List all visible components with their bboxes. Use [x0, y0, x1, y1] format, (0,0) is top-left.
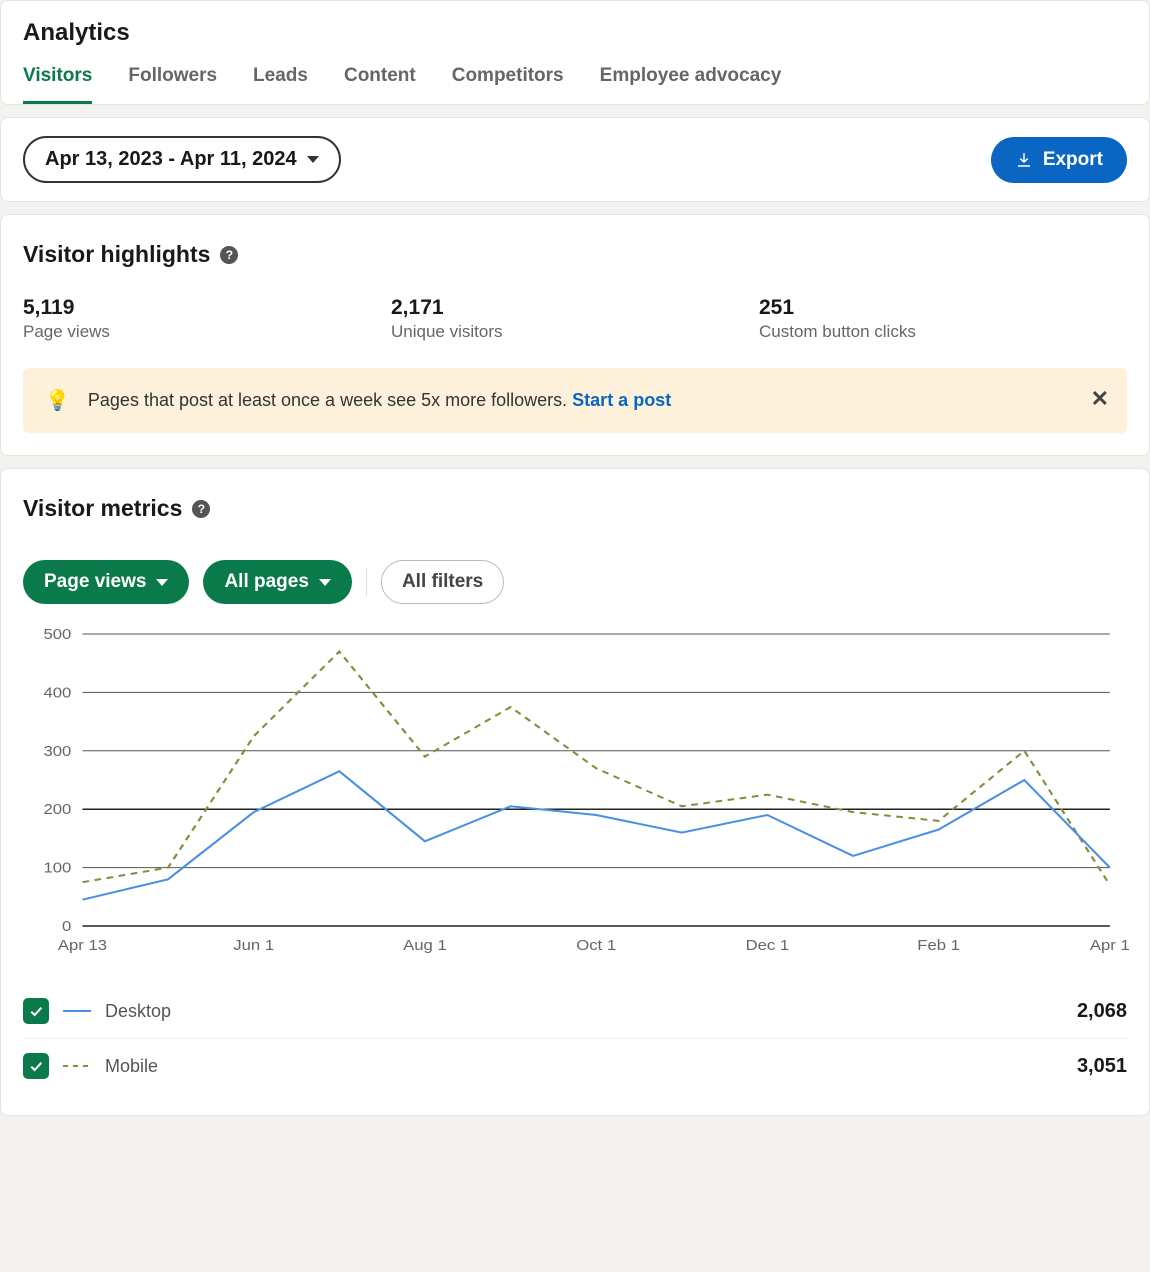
help-icon[interactable]: ? [192, 500, 210, 518]
highlight-custom-clicks: 251 Custom button clicks [759, 296, 1127, 342]
highlight-unique-visitors: 2,171 Unique visitors [391, 296, 759, 342]
legend-label: Desktop [105, 1001, 1063, 1022]
svg-text:200: 200 [43, 802, 71, 818]
export-button[interactable]: Export [991, 137, 1127, 183]
highlight-label: Custom button clicks [759, 322, 1127, 342]
checkbox-mobile[interactable] [23, 1053, 49, 1079]
highlight-label: Unique visitors [391, 322, 759, 342]
all-filters-button[interactable]: All filters [381, 560, 504, 604]
highlight-page-views: 5,119 Page views [23, 296, 391, 342]
tab-visitors[interactable]: Visitors [23, 65, 92, 104]
page-title: Analytics [23, 19, 1127, 47]
chevron-down-icon [307, 156, 319, 163]
svg-text:100: 100 [43, 860, 71, 876]
highlights-title-row: Visitor highlights ? [23, 241, 238, 268]
checkbox-desktop[interactable] [23, 998, 49, 1024]
close-icon[interactable]: ✕ [1091, 386, 1109, 412]
svg-text:300: 300 [43, 744, 71, 760]
filter-metric-dropdown[interactable]: Page views [23, 560, 189, 604]
metrics-title-row: Visitor metrics ? [23, 495, 210, 522]
tip-message: Pages that post at least once a week see… [88, 390, 572, 410]
analytics-tabs: Visitors Followers Leads Content Competi… [23, 65, 1127, 104]
visitor-metrics-chart: 0 100 200 300 400 500 Apr 13 Jun 1 Aug 1 Oct 1 Dec… [29, 626, 1121, 956]
svg-text:Apr 1: Apr 1 [1090, 938, 1130, 954]
chart-legend: Desktop 2,068 Mobile 3,051 [23, 984, 1127, 1093]
highlight-value: 2,171 [391, 296, 759, 320]
analytics-header: Analytics Visitors Followers Leads Conte… [0, 0, 1150, 105]
filter-pages-dropdown[interactable]: All pages [203, 560, 351, 604]
filter-metric-label: Page views [44, 571, 146, 593]
highlight-value: 251 [759, 296, 1127, 320]
tab-competitors[interactable]: Competitors [452, 65, 564, 104]
svg-text:Aug 1: Aug 1 [403, 938, 447, 954]
highlight-value: 5,119 [23, 296, 391, 320]
divider [366, 568, 367, 596]
export-label: Export [1043, 149, 1103, 171]
svg-text:0: 0 [62, 919, 71, 935]
tab-content[interactable]: Content [344, 65, 416, 104]
tab-leads[interactable]: Leads [253, 65, 308, 104]
legend-value: 2,068 [1077, 1000, 1127, 1023]
svg-text:Dec 1: Dec 1 [746, 938, 790, 954]
legend-mobile: Mobile 3,051 [23, 1039, 1127, 1093]
filter-pages-label: All pages [224, 571, 308, 593]
chevron-down-icon [319, 579, 331, 586]
help-icon[interactable]: ? [220, 246, 238, 264]
lightbulb-icon: 💡 [45, 388, 70, 413]
svg-text:400: 400 [43, 685, 71, 701]
tab-employee-advocacy[interactable]: Employee advocacy [600, 65, 782, 104]
chevron-down-icon [156, 579, 168, 586]
legend-value: 3,051 [1077, 1055, 1127, 1078]
download-icon [1015, 151, 1033, 169]
visitor-highlights: Visitor highlights ? 5,119 Page views 2,… [0, 214, 1150, 456]
tab-followers[interactable]: Followers [128, 65, 217, 104]
visitor-metrics: Visitor metrics ? Page views All pages A… [0, 468, 1150, 1116]
highlights-row: 5,119 Page views 2,171 Unique visitors 2… [23, 296, 1127, 342]
swatch-desktop [63, 1010, 91, 1012]
legend-desktop: Desktop 2,068 [23, 984, 1127, 1039]
highlight-label: Page views [23, 322, 391, 342]
date-range-label: Apr 13, 2023 - Apr 11, 2024 [45, 148, 297, 171]
toolbar: Apr 13, 2023 - Apr 11, 2024 Export [0, 117, 1150, 202]
svg-text:Apr 13: Apr 13 [58, 938, 107, 954]
swatch-mobile [63, 1065, 91, 1067]
filter-row: Page views All pages All filters [23, 560, 1127, 604]
legend-label: Mobile [105, 1056, 1063, 1077]
svg-text:Oct 1: Oct 1 [576, 938, 616, 954]
highlights-title: Visitor highlights [23, 241, 210, 268]
tip-banner: 💡 Pages that post at least once a week s… [23, 368, 1127, 433]
line-chart: 0 100 200 300 400 500 Apr 13 Jun 1 Aug 1 Oct 1 Dec… [29, 626, 1121, 956]
all-filters-label: All filters [402, 571, 483, 593]
svg-text:500: 500 [43, 627, 71, 643]
tip-text: Pages that post at least once a week see… [88, 390, 671, 411]
svg-text:Feb 1: Feb 1 [917, 938, 960, 954]
check-icon [28, 1058, 44, 1074]
check-icon [28, 1003, 44, 1019]
svg-text:Jun 1: Jun 1 [233, 938, 274, 954]
date-range-picker[interactable]: Apr 13, 2023 - Apr 11, 2024 [23, 136, 341, 183]
start-post-link[interactable]: Start a post [572, 390, 671, 410]
metrics-title: Visitor metrics [23, 495, 182, 522]
